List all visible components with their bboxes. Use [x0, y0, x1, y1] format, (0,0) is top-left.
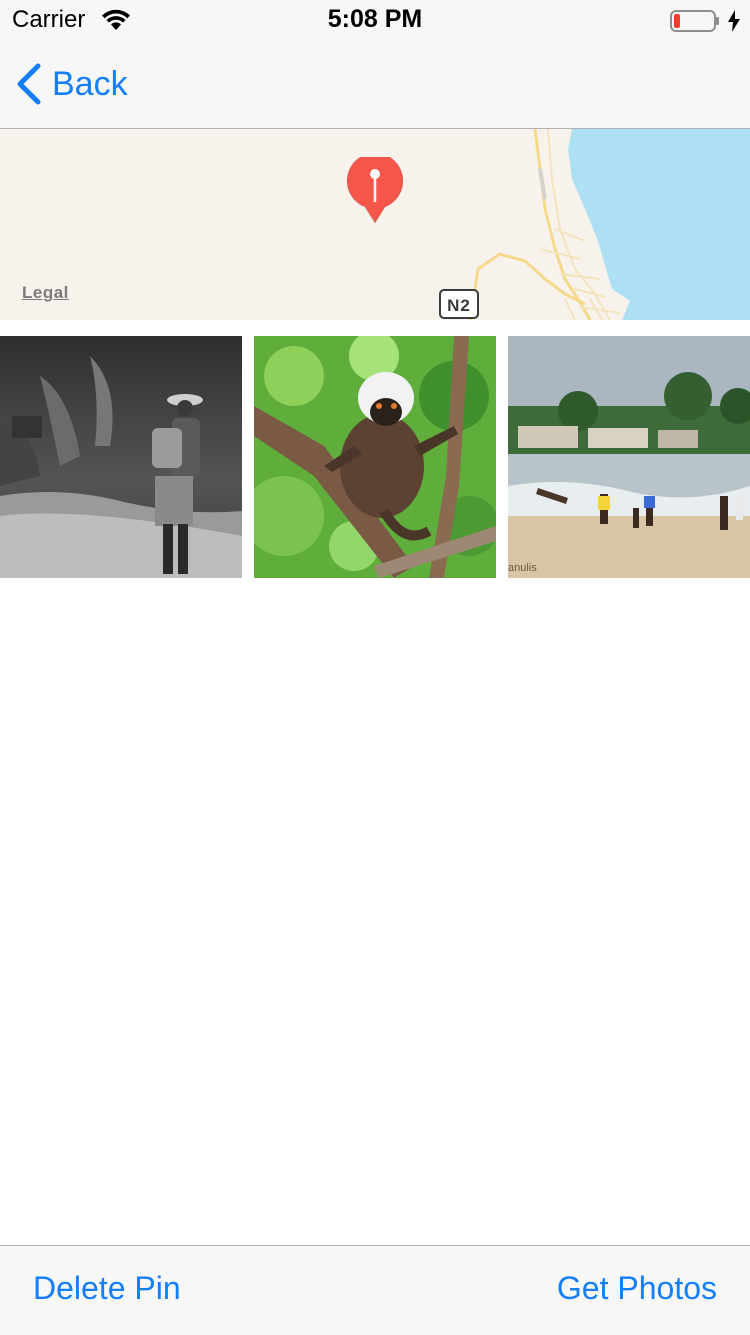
battery-icon	[670, 10, 719, 32]
photo-cell[interactable]	[254, 336, 496, 578]
legal-link[interactable]: Legal	[22, 283, 69, 303]
navigation-bar: Back	[0, 40, 750, 129]
road-shield-n2: N2	[439, 289, 479, 319]
get-photos-button[interactable]: Get Photos	[557, 1270, 717, 1307]
back-label: Back	[52, 64, 128, 103]
photo-watermark: anulis	[508, 562, 537, 574]
map-pin-icon[interactable]	[345, 157, 405, 227]
chevron-left-icon	[17, 63, 41, 105]
status-bar: Carrier 5:08 PM	[0, 0, 750, 40]
photo-image	[508, 336, 750, 578]
photo-image	[0, 336, 242, 578]
clock: 5:08 PM	[327, 5, 423, 33]
charging-bolt-icon	[728, 10, 740, 32]
photo-image	[254, 336, 496, 578]
map-view[interactable]: Legal N2	[0, 129, 750, 320]
delete-pin-button[interactable]: Delete Pin	[33, 1270, 181, 1307]
bottom-toolbar: Delete Pin Get Photos	[0, 1245, 750, 1335]
photo-cell[interactable]: anulis	[508, 336, 750, 578]
back-button[interactable]: Back	[14, 58, 128, 110]
photo-cell[interactable]	[0, 336, 242, 578]
